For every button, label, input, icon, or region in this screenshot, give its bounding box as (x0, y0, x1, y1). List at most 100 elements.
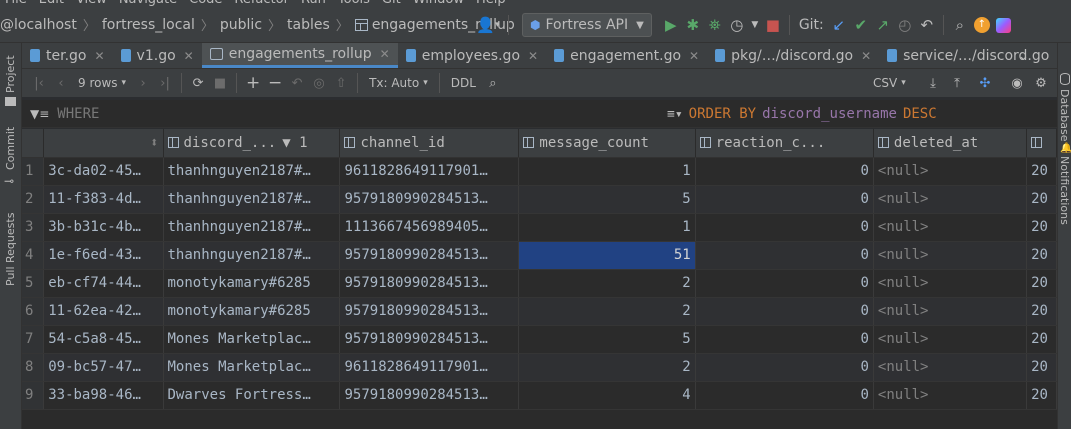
upload-icon[interactable]: ⤒ (946, 72, 968, 94)
project-tool-button[interactable]: Project (4, 55, 17, 93)
column-header-message-count[interactable]: message_count (518, 129, 696, 158)
cell-message-count[interactable]: 2 (518, 353, 696, 382)
cell-id[interactable]: 3c-da02-45… (43, 157, 164, 186)
table-row[interactable]: 2 11-f383-4d… thanhnguyen2187#… 95791809902… (22, 185, 1057, 214)
cell-channel-id[interactable]: 9611828649117901… (339, 157, 520, 186)
git-history-icon[interactable]: ◴ (894, 14, 916, 36)
cell-next[interactable]: 20 (1026, 185, 1057, 214)
cell-reaction-count[interactable]: 0 (695, 297, 874, 326)
cell-deleted-at[interactable]: <null> (873, 157, 1028, 186)
next-page-icon[interactable]: › (132, 72, 154, 94)
add-row-icon[interactable]: + (242, 72, 264, 94)
transaction-mode-select[interactable]: Tx: Auto ▾ (363, 72, 434, 94)
cell-deleted-at[interactable]: <null> (873, 269, 1028, 298)
cell-channel-id[interactable]: 9611828649117901… (339, 353, 520, 382)
row-number[interactable]: 1 (22, 157, 45, 186)
menu-refactor[interactable]: Refactor (234, 0, 289, 7)
cell-id[interactable]: 1e-f6ed-43… (43, 241, 164, 270)
close-icon[interactable]: ✕ (861, 49, 871, 63)
last-page-icon[interactable]: ›| (154, 72, 176, 94)
close-icon[interactable]: ✕ (689, 49, 699, 63)
revert-icon[interactable]: ↶ (286, 72, 308, 94)
cell-channel-id[interactable]: 9579180990284513… (339, 325, 520, 354)
menu-window[interactable]: Window (413, 0, 464, 7)
download-icon[interactable]: ⤓ (922, 72, 944, 94)
cell-message-count[interactable]: 51 (518, 241, 696, 270)
previous-page-icon[interactable]: ‹ (50, 72, 72, 94)
tab-v1-go[interactable]: v1.go ✕ (113, 43, 202, 68)
cell-id[interactable]: 33-ba98-46… (43, 381, 164, 410)
stop-icon[interactable]: ■ (762, 14, 784, 36)
cell-next[interactable]: 20 (1026, 269, 1057, 298)
cell-discord-username[interactable]: thanhnguyen2187#… (163, 241, 341, 270)
column-header-channel-id[interactable]: channel_id (339, 129, 520, 158)
cell-reaction-count[interactable]: 0 (695, 185, 874, 214)
commit-tool-button[interactable]: Commit (4, 127, 17, 170)
run-configuration-select[interactable]: ⬢ Fortress API ▼ (522, 13, 652, 37)
cell-id[interactable]: 3b-b31c-4b… (43, 213, 164, 242)
notifications-tool-button[interactable]: Notifications (1058, 156, 1071, 225)
cell-discord-username[interactable]: thanhnguyen2187#… (163, 185, 341, 214)
menu-file[interactable]: File (5, 0, 27, 7)
run-icon[interactable]: ▶ (660, 14, 682, 36)
close-icon[interactable]: ✕ (380, 47, 390, 61)
cell-deleted-at[interactable]: <null> (873, 353, 1028, 382)
menu-view[interactable]: View (76, 0, 107, 7)
close-icon[interactable]: ✕ (528, 49, 538, 63)
rows-count-select[interactable]: 9 rows ▾ (72, 72, 132, 94)
delete-row-icon[interactable]: − (264, 72, 286, 94)
table-row[interactable]: 3 3b-b31c-4b… thanhnguyen2187#… 11136674569… (22, 213, 1057, 242)
cell-id[interactable]: 54-c5a8-45… (43, 325, 164, 354)
view-icon[interactable]: ◉ (1006, 72, 1028, 94)
row-number[interactable]: 7 (22, 325, 45, 354)
table-row[interactable]: 9 33-ba98-46… Dwarves Fortress… 95791809902… (22, 381, 1057, 410)
tab-service-discord-go[interactable]: service/…/discord.go✕ (879, 43, 1057, 68)
user-icon[interactable]: 👤 ▾ (473, 14, 503, 36)
tab-engagement-go[interactable]: engagement.go ✕ (546, 43, 707, 68)
table-row[interactable]: 1 3c-da02-45… thanhnguyen2187#… 96118286491… (22, 157, 1057, 186)
row-number[interactable]: 2 (22, 185, 45, 214)
submit-icon[interactable]: ⇧ (330, 72, 352, 94)
table-row[interactable]: 4 1e-f6ed-43… thanhnguyen2187#… 95791809902… (22, 241, 1057, 270)
search-icon[interactable]: ⌕ (949, 14, 971, 36)
cell-discord-username[interactable]: Mones Marketplac… (163, 353, 341, 382)
column-header-next[interactable] (1026, 129, 1057, 158)
cell-discord-username[interactable]: thanhnguyen2187#… (163, 213, 341, 242)
column-header-deleted-at[interactable]: deleted_at (873, 129, 1028, 158)
tab-employees-go[interactable]: employees.go ✕ (398, 43, 546, 68)
cell-deleted-at[interactable]: <null> (873, 185, 1028, 214)
cell-deleted-at[interactable]: <null> (873, 325, 1028, 354)
tab-pkg-discord-go[interactable]: pkg/…/discord.go ✕ (707, 43, 879, 68)
menu-code[interactable]: Code (189, 0, 222, 7)
breadcrumb-database[interactable]: fortress_local (102, 17, 195, 33)
ddl-button[interactable]: DDL (445, 72, 482, 94)
cell-next[interactable]: 20 (1026, 157, 1057, 186)
stop-query-icon[interactable]: ■ (209, 72, 231, 94)
git-push-icon[interactable]: ↗ (872, 14, 894, 36)
menu-help[interactable]: Help (476, 0, 506, 7)
row-number[interactable]: 3 (22, 213, 45, 242)
row-number[interactable]: 6 (22, 297, 45, 326)
table-row[interactable]: 5 eb-cf74-44… monotykamary#6285 95791809902… (22, 269, 1057, 298)
column-header-id[interactable]: ⬍ (43, 129, 164, 158)
row-number[interactable]: 5 (22, 269, 45, 298)
breadcrumb-schema[interactable]: public (220, 17, 262, 33)
cell-message-count[interactable]: 2 (518, 297, 696, 326)
column-header-reaction-count[interactable]: reaction_c... (695, 129, 874, 158)
cell-reaction-count[interactable]: 0 (695, 325, 874, 354)
cell-deleted-at[interactable]: <null> (873, 241, 1028, 270)
cell-next[interactable]: 20 (1026, 353, 1057, 382)
database-tool-button[interactable]: Database (1058, 89, 1071, 142)
updates-icon[interactable]: ↑ (971, 14, 993, 36)
preview-changes-icon[interactable]: ◎ (308, 72, 330, 94)
cell-reaction-count[interactable]: 0 (695, 213, 874, 242)
row-number[interactable]: 9 (22, 381, 45, 410)
cell-discord-username[interactable]: Dwarves Fortress… (163, 381, 341, 410)
sort-indicator[interactable]: ▼ 1 (282, 135, 307, 151)
cell-deleted-at[interactable]: <null> (873, 381, 1028, 410)
cell-discord-username[interactable]: Mones Marketplac… (163, 325, 341, 354)
cell-next[interactable]: 20 (1026, 297, 1057, 326)
cell-id[interactable]: 09-bc57-47… (43, 353, 164, 382)
settings-icon[interactable]: ⚙ (1030, 72, 1052, 94)
cell-id[interactable]: 11-62ea-42… (43, 297, 164, 326)
